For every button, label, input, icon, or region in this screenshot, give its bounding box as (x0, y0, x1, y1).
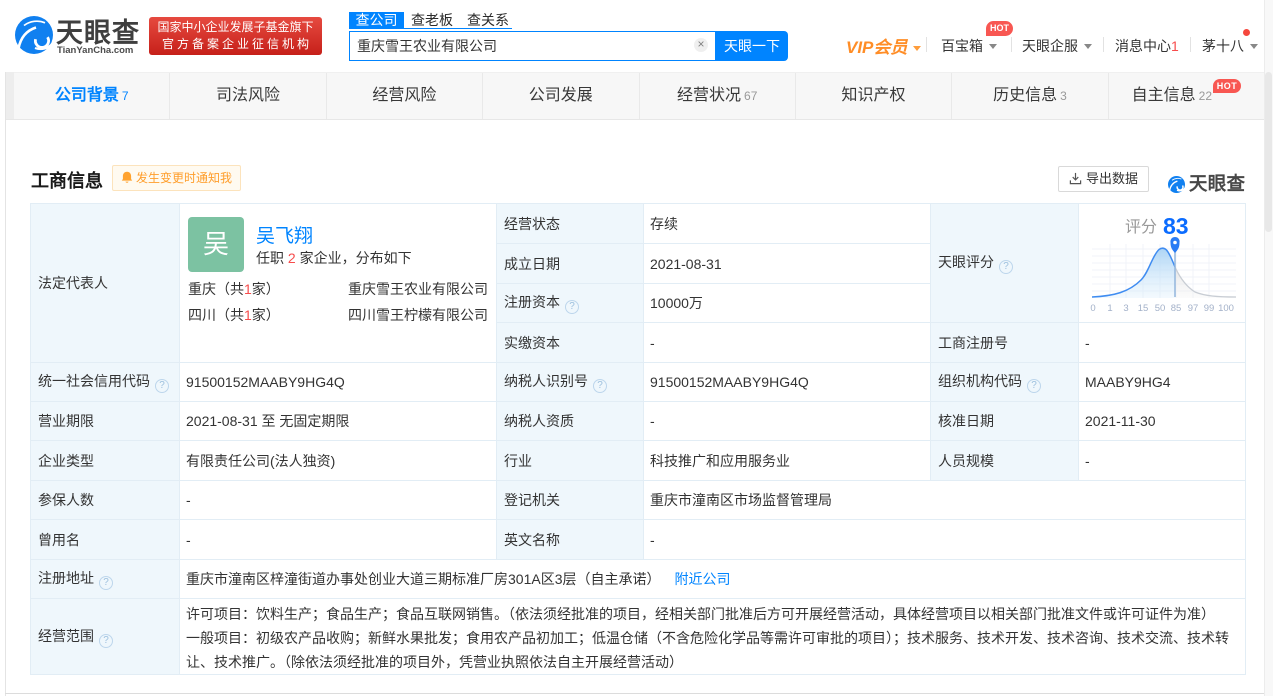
svg-text:99: 99 (1204, 303, 1215, 314)
svg-text:评分: 评分 (1125, 218, 1157, 236)
svg-text:3: 3 (1123, 303, 1128, 314)
svg-text:100: 100 (1218, 303, 1234, 314)
svg-text:50: 50 (1155, 303, 1166, 314)
svg-text:83: 83 (1163, 213, 1189, 239)
svg-text:97: 97 (1188, 303, 1199, 314)
svg-text:15: 15 (1138, 303, 1149, 314)
svg-text:0: 0 (1090, 303, 1095, 314)
svg-text:1: 1 (1107, 303, 1112, 314)
svg-text:85: 85 (1171, 303, 1182, 314)
